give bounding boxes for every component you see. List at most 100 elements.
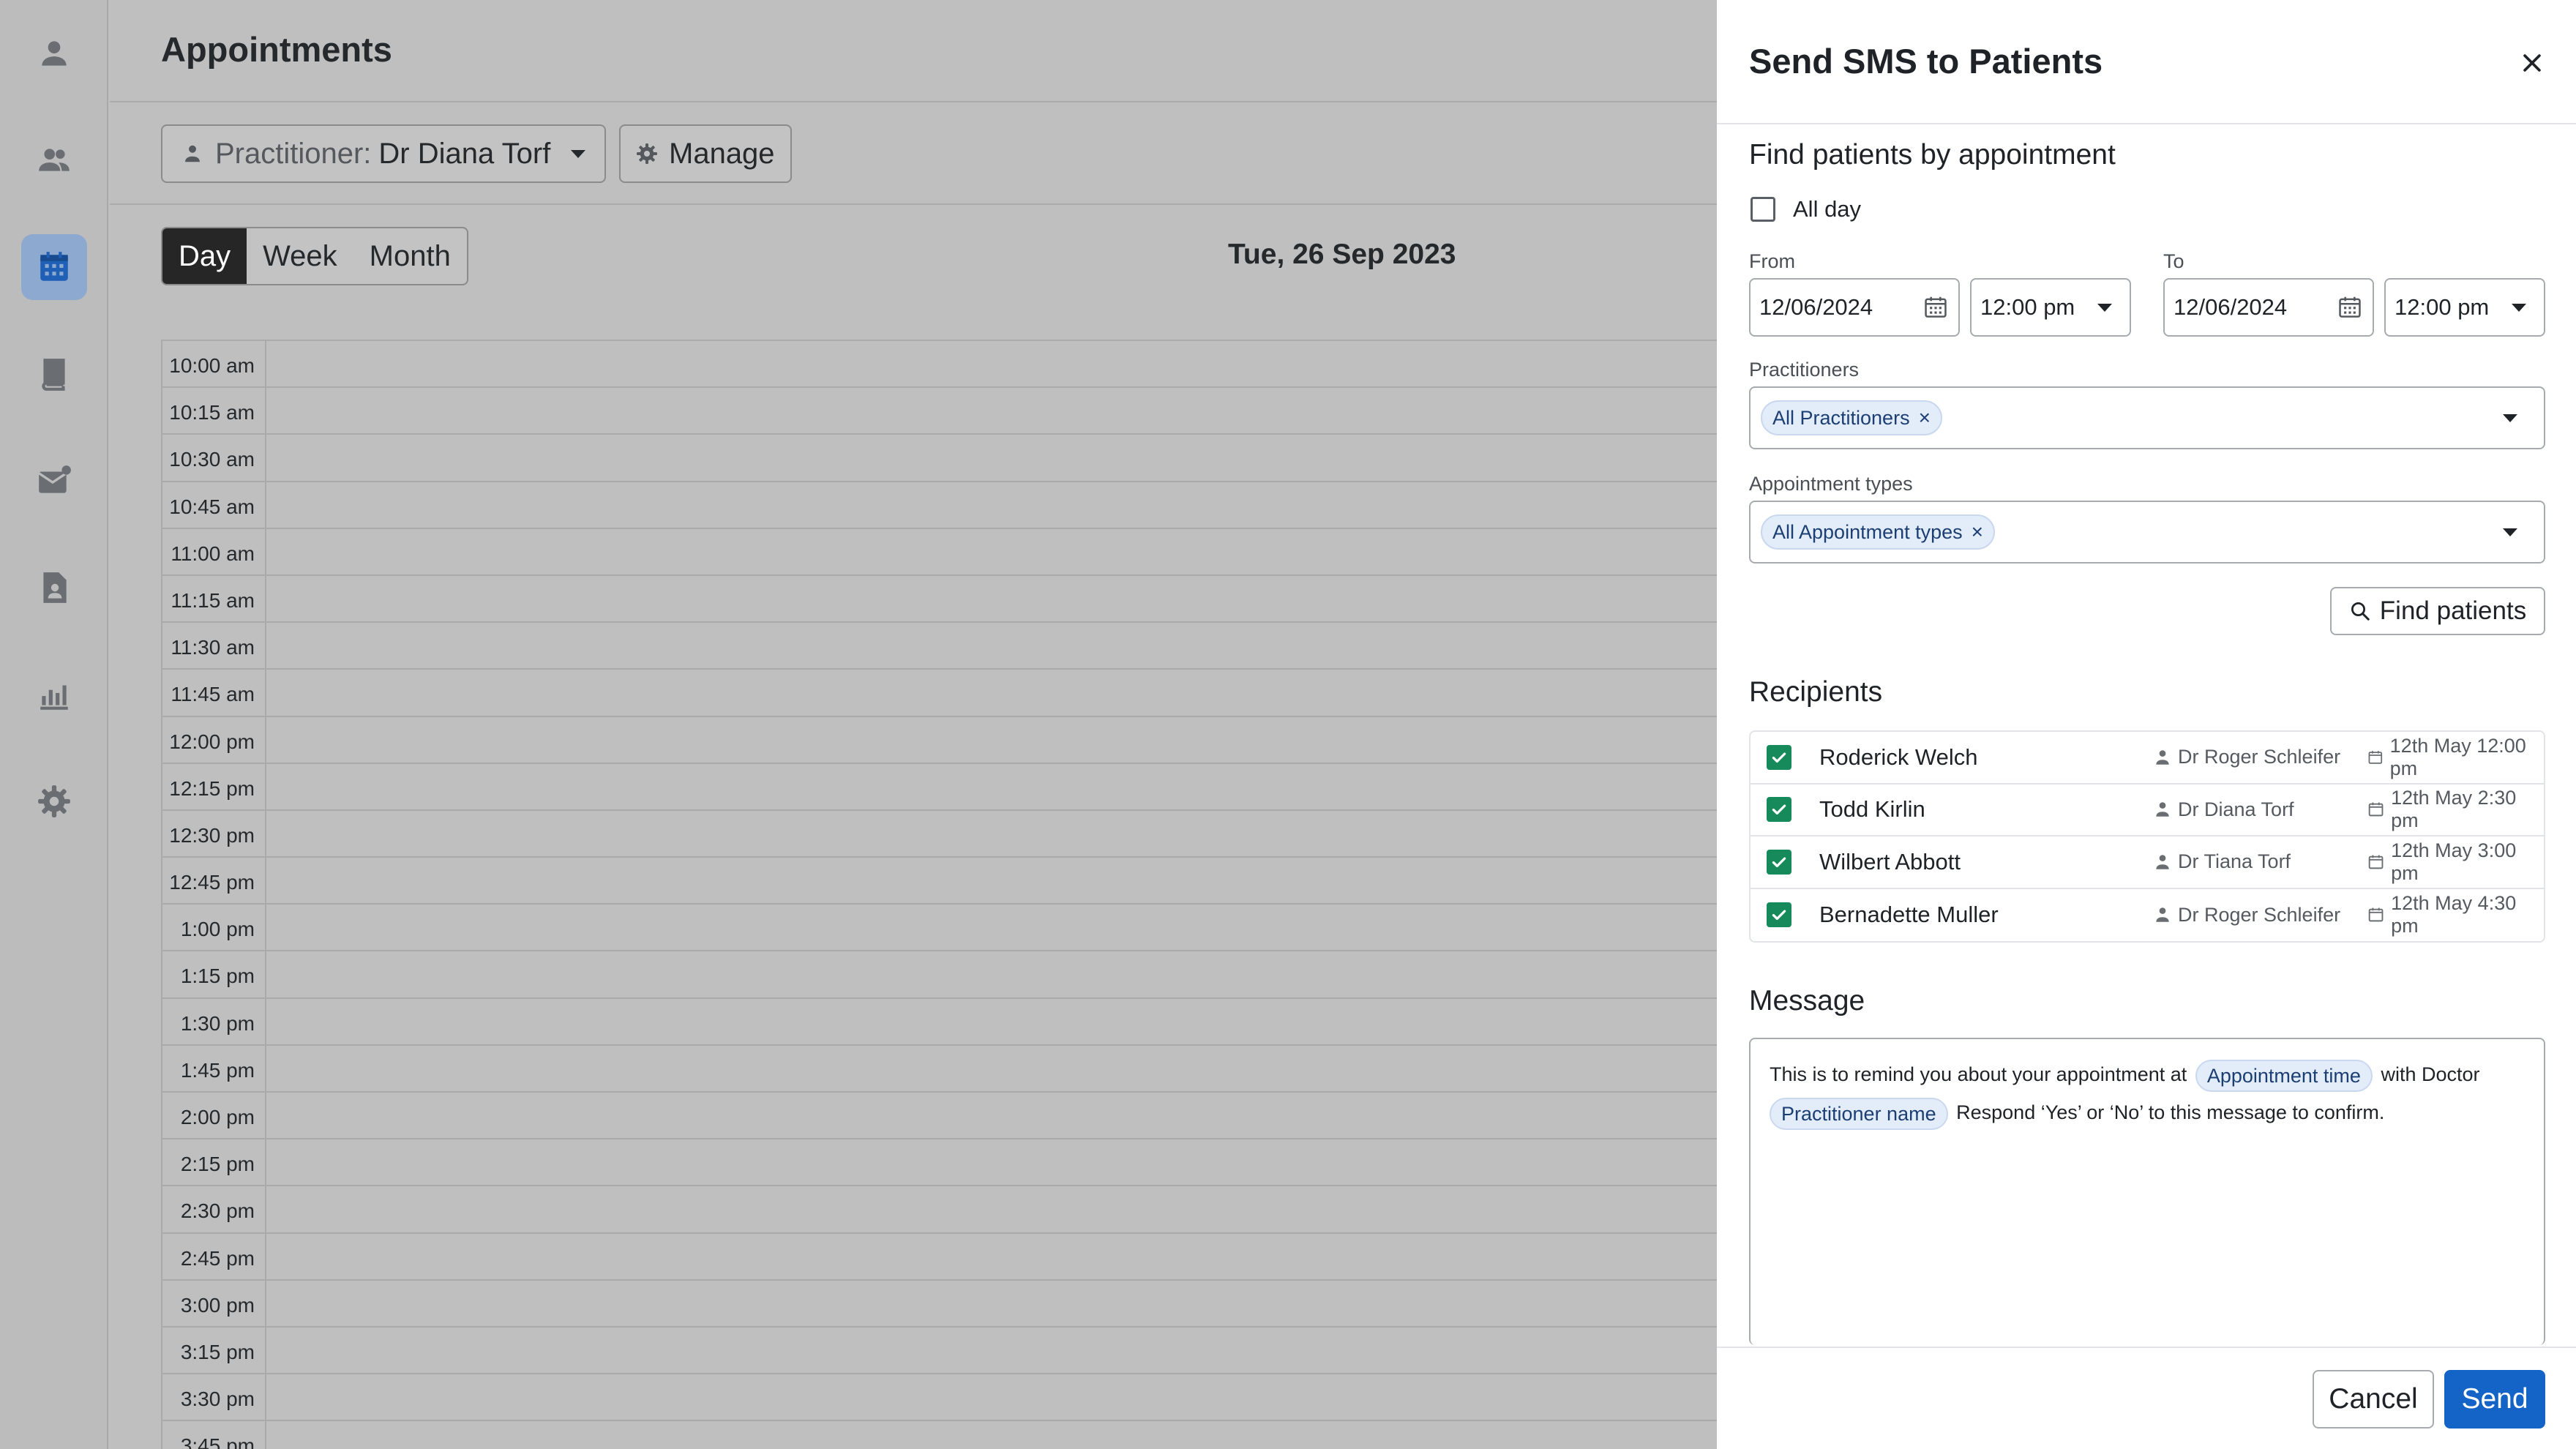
- time-slot-row[interactable]: 11:00 am: [162, 528, 1717, 576]
- chip-remove-icon[interactable]: ×: [1972, 520, 1983, 544]
- chip-label: All Appointment types: [1772, 520, 1963, 543]
- from-label: From: [1749, 250, 1795, 272]
- calendar-icon[interactable]: [1922, 293, 1950, 321]
- nav-records[interactable]: [21, 341, 87, 407]
- manage-button[interactable]: Manage: [619, 124, 792, 183]
- divider: [110, 203, 1717, 205]
- nav-settings[interactable]: [21, 768, 87, 834]
- all-day-row[interactable]: All day: [1751, 196, 1861, 222]
- manage-label: Manage: [669, 137, 775, 170]
- time-slot-row[interactable]: 2:00 pm: [162, 1093, 1717, 1140]
- appointment-time: 12th May 2:30 pm: [2391, 787, 2517, 832]
- search-icon: [2351, 602, 2370, 621]
- time-label: 10:00 am: [162, 341, 266, 387]
- time-label: 1:45 pm: [162, 1045, 266, 1091]
- time-label: 10:15 am: [162, 388, 266, 434]
- find-patients-button[interactable]: Find patients: [2330, 587, 2545, 635]
- practitioners-multiselect[interactable]: All Practitioners ×: [1749, 386, 2545, 449]
- recipient-practitioner: Dr Roger Schleifer: [2153, 904, 2340, 926]
- time-slot-row[interactable]: 12:45 pm: [162, 858, 1717, 905]
- time-slot-row[interactable]: 3:45 pm: [162, 1421, 1717, 1449]
- message-text: Respond ‘Yes’ or ‘No’ to this message to…: [1956, 1101, 2385, 1123]
- time-slot-row[interactable]: 3:15 pm: [162, 1327, 1717, 1375]
- time-slot-row[interactable]: 2:30 pm: [162, 1186, 1717, 1234]
- time-slot-row[interactable]: 12:00 pm: [162, 716, 1717, 764]
- people-icon: [39, 149, 70, 171]
- time-label: 12:30 pm: [162, 810, 266, 857]
- time-slot-row[interactable]: 3:00 pm: [162, 1280, 1717, 1328]
- practitioner-icon: [2156, 750, 2169, 765]
- cancel-button[interactable]: Cancel: [2313, 1370, 2434, 1429]
- message-editor[interactable]: This is to remind you about your appoint…: [1749, 1038, 2545, 1345]
- to-time-select[interactable]: 12:00 pm: [2384, 278, 2545, 337]
- chevron-down-icon: [2503, 528, 2517, 536]
- time-slot-row[interactable]: 12:15 pm: [162, 763, 1717, 811]
- calendar-date: Tue, 26 Sep 2023: [1228, 239, 1456, 270]
- send-button[interactable]: Send: [2444, 1370, 2545, 1429]
- time-slot-row[interactable]: 1:15 pm: [162, 951, 1717, 999]
- time-slot-row[interactable]: 12:30 pm: [162, 810, 1717, 858]
- time-label: 3:00 pm: [162, 1280, 266, 1326]
- recipient-name: Roderick Welch: [1819, 744, 1978, 770]
- time-label: 10:30 am: [162, 435, 266, 481]
- practitioner-icon: [2156, 907, 2169, 922]
- recipient-checkbox[interactable]: [1767, 744, 1791, 770]
- recipient-checkbox[interactable]: [1767, 902, 1791, 928]
- appointments-page: Appointments Practitioner: Dr Diana Torf…: [110, 0, 1717, 1449]
- recipients-list: Roderick Welch Dr Roger Schleifer 12th May…: [1749, 730, 2545, 943]
- from-date-input[interactable]: 12/06/2024: [1749, 278, 1960, 337]
- view-day-tab[interactable]: Day: [162, 228, 247, 284]
- drawer-title: Send SMS to Patients: [1749, 42, 2103, 80]
- view-month-tab[interactable]: Month: [353, 228, 467, 284]
- all-day-checkbox[interactable]: [1751, 197, 1775, 222]
- calendar-icon[interactable]: [2336, 293, 2364, 321]
- recipient-checkbox[interactable]: [1767, 849, 1791, 875]
- view-week-tab[interactable]: Week: [247, 228, 353, 284]
- chip-remove-icon[interactable]: ×: [1919, 406, 1931, 430]
- time-slot-row[interactable]: 2:45 pm: [162, 1233, 1717, 1281]
- practitioner-name: Dr Diana Torf: [2178, 798, 2294, 820]
- time-label: 12:15 pm: [162, 763, 266, 809]
- time-label: 1:00 pm: [162, 905, 266, 951]
- practitioners-chip: All Practitioners ×: [1761, 400, 1942, 435]
- time-label: 1:15 pm: [162, 951, 266, 997]
- time-slot-row[interactable]: 2:15 pm: [162, 1139, 1717, 1187]
- appointment-time: 12th May 3:00 pm: [2391, 839, 2517, 884]
- time-slot-row[interactable]: 10:15 am: [162, 388, 1717, 435]
- time-slot-row[interactable]: 3:30 pm: [162, 1374, 1717, 1422]
- appointment-time-token[interactable]: Appointment time: [2195, 1059, 2373, 1092]
- time-slot-row[interactable]: 11:30 am: [162, 623, 1717, 670]
- practitioner-prefix: Practitioner:: [215, 137, 372, 170]
- recipient-appointment-time: 12th May 4:30 pm: [2367, 892, 2544, 937]
- time-slot-row[interactable]: 1:45 pm: [162, 1045, 1717, 1093]
- time-slot-row[interactable]: 11:45 am: [162, 670, 1717, 717]
- practitioner-select[interactable]: Practitioner: Dr Diana Torf: [161, 124, 606, 183]
- gear-icon: [38, 785, 70, 817]
- nav-reports[interactable]: [21, 662, 87, 727]
- check-icon: [1772, 752, 1786, 763]
- time-label: 2:15 pm: [162, 1139, 266, 1186]
- to-date-input[interactable]: 12/06/2024: [2163, 278, 2374, 337]
- time-slot-row[interactable]: 10:45 am: [162, 482, 1717, 529]
- nav-documents[interactable]: [21, 555, 87, 621]
- time-slot-row[interactable]: 1:30 pm: [162, 998, 1717, 1046]
- nav-calendar[interactable]: [21, 234, 87, 300]
- practitioner-name-token[interactable]: Practitioner name: [1770, 1097, 1948, 1130]
- recipient-checkbox[interactable]: [1767, 797, 1791, 823]
- time-slot-row[interactable]: 11:15 am: [162, 575, 1717, 624]
- to-label: To: [2163, 250, 2184, 272]
- recipient-row: Roderick Welch Dr Roger Schleifer 12th May…: [1751, 732, 2544, 785]
- nav-messages[interactable]: [21, 448, 87, 514]
- nav-patient[interactable]: [21, 20, 87, 86]
- close-button[interactable]: [2515, 45, 2550, 80]
- time-slot-row[interactable]: 10:00 am: [162, 341, 1717, 389]
- time-slot-row[interactable]: 1:00 pm: [162, 905, 1717, 952]
- appointment-types-multiselect[interactable]: All Appointment types ×: [1749, 501, 2545, 564]
- time-label: 11:45 am: [162, 670, 266, 716]
- time-slot-row[interactable]: 10:30 am: [162, 435, 1717, 482]
- side-navigation: [0, 0, 108, 1449]
- from-time-select[interactable]: 12:00 pm: [1970, 278, 2131, 337]
- practitioner-value: Dr Diana Torf: [378, 137, 551, 170]
- practitioners-label: Practitioners: [1749, 359, 1860, 381]
- nav-patients[interactable]: [21, 127, 87, 193]
